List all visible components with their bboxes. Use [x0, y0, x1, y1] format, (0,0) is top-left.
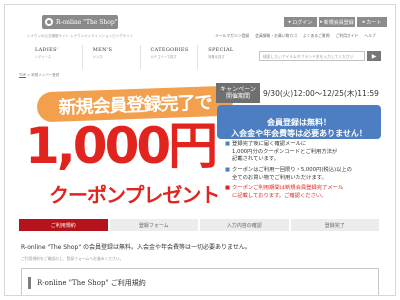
category-label: MEN'S: [92, 47, 113, 53]
subnav-item[interactable]: メールマガジン登録: [215, 33, 249, 39]
cart-button[interactable]: ▸ カート: [357, 17, 387, 27]
breadcrumb-home[interactable]: TOP: [19, 73, 26, 77]
breadcrumb-separator: >: [27, 73, 31, 77]
category-sublabel: レディース: [35, 55, 52, 59]
detail-text: クーポンご利用期間は新規会員登録完了メール に記載しております。ご確認ください。: [232, 185, 344, 200]
bullet-icon: ■: [225, 185, 231, 192]
category-nav: LADIES' レディース MEN'S メンズ CATEGORIES カテゴリー…: [25, 45, 255, 69]
campaign-period-label: キャンペーン 開催期間: [216, 83, 260, 103]
login-button[interactable]: ▸ ログイン: [284, 17, 317, 27]
register-label: 新規会員登録: [323, 19, 354, 26]
cart-label: カート: [366, 19, 382, 26]
category-mens[interactable]: MEN'S メンズ: [83, 45, 141, 69]
breadcrumb: TOP > 新規メンバー登録: [19, 73, 59, 78]
subnav-item[interactable]: 会員情報・お買い物カゴ: [255, 33, 297, 39]
category-special[interactable]: SPECIAL 特集を探す: [198, 45, 255, 69]
step-terms: ご利用規約: [19, 219, 108, 231]
step-confirm: 入力内容の確認: [200, 219, 289, 231]
campaign-banner: 新規会員登録完了で 1,000円 クーポンプレゼント キャンペーン 開催期間 9…: [19, 79, 381, 215]
breadcrumb-current: 新規メンバー登録: [31, 73, 60, 77]
detail-text: 登録完了後に届く確認メールに 1,000円分のクーポンコードとご利用方法が 記載…: [232, 141, 338, 163]
step-form: 登録フォーム: [109, 219, 198, 231]
search-input[interactable]: 検索したいアイテムやブランド名を入力してください: [259, 51, 365, 61]
free-membership-notice: 会員登録は無料！ 入会金や年会費等は必要ありません！: [217, 105, 381, 139]
step-complete: 登録完了: [290, 219, 379, 231]
subnav-item[interactable]: ご利用ガイド: [336, 33, 359, 39]
category-label: LADIES': [35, 47, 59, 53]
category-categories[interactable]: CATEGORIES カテゴリーで探す: [141, 45, 199, 69]
category-sublabel: メンズ: [92, 55, 103, 59]
detail-text: クーポンはご利用一回限り・5,000円(税込)以上の 全てのお買い物でご利用いた…: [232, 167, 352, 181]
terms-brand: R-online "The Shop": [37, 279, 109, 287]
terms-heading: R-online "The Shop" ご利用規約: [28, 277, 146, 289]
category-label: CATEGORIES: [150, 47, 189, 53]
key-icon: ▸: [288, 19, 292, 25]
search-button[interactable]: ▶: [367, 51, 381, 61]
registration-steps: ご利用規約 登録フォーム 入力内容の確認 登録完了: [19, 219, 381, 231]
logo-mark-icon: [45, 18, 53, 26]
terms-title: ご利用規約: [110, 279, 146, 287]
coupon-details: ■ 登録完了後に届く確認メールに 1,000円分のクーポンコードとご利用方法が …: [225, 141, 385, 204]
login-label: ログイン: [292, 19, 313, 26]
subnav-item[interactable]: よくあるご質問: [303, 33, 330, 39]
intro-text: R-online "The Shop" の会員登録は無料。入会金や年会費等は一切…: [21, 244, 251, 251]
category-ladies[interactable]: LADIES' レディース: [25, 45, 83, 69]
logo-text: R-online "The Shop": [56, 18, 118, 26]
bullet-icon: ■: [225, 141, 231, 147]
category-sublabel: カテゴリーで探す: [150, 55, 177, 59]
site-logo[interactable]: R-online "The Shop": [42, 15, 118, 29]
cart-icon: ▸: [362, 19, 366, 25]
category-sublabel: 特集を探す: [208, 55, 225, 59]
subintro-text: ご利用規約をご確認の上、登録フォームへお進みください。: [21, 256, 124, 261]
coupon-amount: 1,000円: [25, 117, 218, 175]
register-button[interactable]: ▸ 新規会員登録: [319, 17, 355, 27]
detail-item: ■ 登録完了後に届く確認メールに 1,000円分のクーポンコードとご利用方法が …: [225, 141, 385, 164]
terms-box: R-online "The Shop" ご利用規約: [21, 268, 379, 295]
category-label: SPECIAL: [208, 47, 234, 53]
notice-text: 会員登録は無料！ 入会金や年会費等は必要ありません！: [231, 118, 367, 138]
user-icon: ▸: [320, 19, 323, 25]
site-tagline: レナウンの公式通販サイト レナウンオンラインショッピングサイト: [27, 34, 134, 38]
bullet-icon: ■: [225, 167, 231, 174]
detail-item: ■ クーポンはご利用一回限り・5,000円(税込)以上の 全てのお買い物でご利用…: [225, 167, 385, 182]
page-frame: R-online "The Shop" レナウンの公式通販サイト レナウンオンラ…: [4, 4, 396, 296]
utility-nav: メールマガジン登録 会員情報・お買い物カゴ よくあるご質問 ご利用ガイド ヘルプ: [215, 33, 376, 39]
campaign-dates: 9/30(火)12:00〜12/25(木)11:59: [263, 88, 379, 98]
subnav-item[interactable]: ヘルプ: [364, 33, 375, 39]
detail-item: ■ クーポンご利用期間は新規会員登録完了メール に記載しております。ご確認くださ…: [225, 185, 385, 200]
coupon-label: クーポンプレゼント: [49, 183, 220, 207]
